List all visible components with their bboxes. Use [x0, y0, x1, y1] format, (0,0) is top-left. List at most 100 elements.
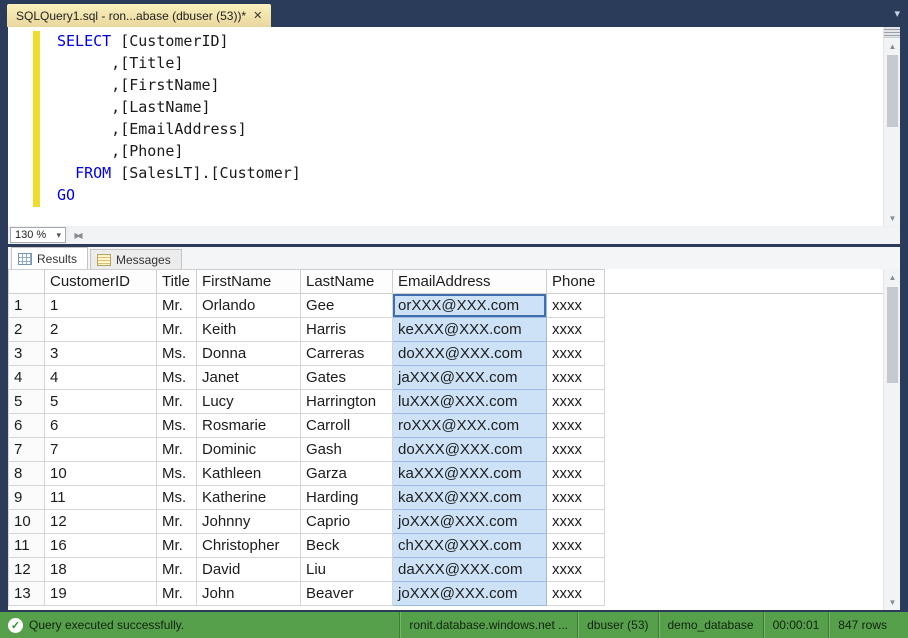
column-header-firstname[interactable]: FirstName — [197, 270, 301, 294]
cell[interactable]: jaXXX@XXX.com — [393, 366, 547, 390]
cell[interactable]: Mr. — [157, 318, 197, 342]
cell[interactable]: Beck — [301, 534, 393, 558]
grid-corner[interactable] — [9, 270, 45, 294]
close-icon[interactable]: ✕ — [253, 9, 262, 22]
cell[interactable]: xxxx — [547, 486, 605, 510]
code-area[interactable]: SELECT [CustomerID] ,[Title] ,[FirstName… — [57, 30, 301, 206]
cell[interactable]: xxxx — [547, 414, 605, 438]
cell[interactable]: xxxx — [547, 342, 605, 366]
cell[interactable]: xxxx — [547, 438, 605, 462]
cell[interactable]: Carreras — [301, 342, 393, 366]
cell[interactable]: Dominic — [197, 438, 301, 462]
cell[interactable]: Ms. — [157, 342, 197, 366]
document-tab[interactable]: SQLQuery1.sql - ron...abase (dbuser (53)… — [7, 4, 271, 27]
scrollbar-thumb[interactable] — [887, 55, 898, 127]
row-header[interactable]: 2 — [9, 318, 45, 342]
scroll-down-icon[interactable]: ▼ — [884, 211, 901, 225]
cell[interactable]: John — [197, 582, 301, 606]
cell[interactable]: Garza — [301, 462, 393, 486]
cell[interactable]: luXXX@XXX.com — [393, 390, 547, 414]
row-header[interactable]: 4 — [9, 366, 45, 390]
tab-results[interactable]: Results — [11, 247, 88, 269]
cell[interactable]: orXXX@XXX.com — [393, 294, 547, 318]
cell[interactable]: joXXX@XXX.com — [393, 510, 547, 534]
cell[interactable]: doXXX@XXX.com — [393, 342, 547, 366]
cell[interactable]: Mr. — [157, 582, 197, 606]
column-header-title[interactable]: Title — [157, 270, 197, 294]
column-header-emailaddress[interactable]: EmailAddress — [393, 270, 547, 294]
column-header-lastname[interactable]: LastName — [301, 270, 393, 294]
row-header[interactable]: 5 — [9, 390, 45, 414]
row-header[interactable]: 8 — [9, 462, 45, 486]
cell[interactable]: Harrington — [301, 390, 393, 414]
cell[interactable]: Harris — [301, 318, 393, 342]
cell[interactable]: 19 — [45, 582, 157, 606]
scroll-right-icon[interactable]: ▶ — [69, 229, 86, 243]
cell[interactable]: David — [197, 558, 301, 582]
scroll-down-icon[interactable]: ▼ — [884, 595, 900, 609]
cell[interactable]: 11 — [45, 486, 157, 510]
cell[interactable]: chXXX@XXX.com — [393, 534, 547, 558]
cell[interactable]: xxxx — [547, 582, 605, 606]
row-header[interactable]: 1 — [9, 294, 45, 318]
cell[interactable]: xxxx — [547, 294, 605, 318]
cell[interactable]: 12 — [45, 510, 157, 534]
cell[interactable]: kaXXX@XXX.com — [393, 486, 547, 510]
row-header[interactable]: 11 — [9, 534, 45, 558]
cell[interactable]: Ms. — [157, 414, 197, 438]
cell[interactable]: Gates — [301, 366, 393, 390]
cell[interactable]: xxxx — [547, 462, 605, 486]
grid-vertical-scrollbar[interactable]: ▲ ▼ — [883, 269, 900, 610]
cell[interactable]: Mr. — [157, 558, 197, 582]
cell[interactable]: 1 — [45, 294, 157, 318]
cell[interactable]: 5 — [45, 390, 157, 414]
cell[interactable]: xxxx — [547, 534, 605, 558]
editor-horizontal-scrollbar[interactable]: ◀ ▶ — [69, 227, 900, 244]
cell[interactable]: Katherine — [197, 486, 301, 510]
editor-vertical-scrollbar[interactable]: ▲ ▼ — [883, 27, 900, 226]
scrollbar-thumb[interactable] — [887, 287, 898, 383]
cell[interactable]: Beaver — [301, 582, 393, 606]
cell[interactable]: Ms. — [157, 366, 197, 390]
cell[interactable]: Orlando — [197, 294, 301, 318]
cell[interactable]: 4 — [45, 366, 157, 390]
row-header[interactable]: 9 — [9, 486, 45, 510]
column-header-phone[interactable]: Phone — [547, 270, 605, 294]
cell[interactable]: xxxx — [547, 510, 605, 534]
cell[interactable]: Kathleen — [197, 462, 301, 486]
cell[interactable]: roXXX@XXX.com — [393, 414, 547, 438]
scroll-up-icon[interactable]: ▲ — [884, 39, 901, 53]
cell[interactable]: xxxx — [547, 390, 605, 414]
chevron-down-icon[interactable]: ▾ — [894, 7, 900, 20]
cell[interactable]: Lucy — [197, 390, 301, 414]
cell[interactable]: Gee — [301, 294, 393, 318]
cell[interactable]: xxxx — [547, 558, 605, 582]
cell[interactable]: Mr. — [157, 294, 197, 318]
cell[interactable]: 2 — [45, 318, 157, 342]
cell[interactable]: Harding — [301, 486, 393, 510]
cell[interactable]: xxxx — [547, 318, 605, 342]
cell[interactable]: Christopher — [197, 534, 301, 558]
scroll-up-icon[interactable]: ▲ — [884, 270, 900, 284]
column-header-customerid[interactable]: CustomerID — [45, 270, 157, 294]
cell[interactable]: Rosmarie — [197, 414, 301, 438]
cell[interactable]: Johnny — [197, 510, 301, 534]
cell[interactable]: 6 — [45, 414, 157, 438]
cell[interactable]: 7 — [45, 438, 157, 462]
cell[interactable]: Keith — [197, 318, 301, 342]
tab-messages[interactable]: Messages — [90, 249, 182, 269]
cell[interactable]: Ms. — [157, 462, 197, 486]
cell[interactable]: joXXX@XXX.com — [393, 582, 547, 606]
cell[interactable]: 10 — [45, 462, 157, 486]
cell[interactable]: doXXX@XXX.com — [393, 438, 547, 462]
sql-editor[interactable]: SELECT [CustomerID] ,[Title] ,[FirstName… — [8, 27, 900, 226]
cell[interactable]: Ms. — [157, 486, 197, 510]
cell[interactable]: kaXXX@XXX.com — [393, 462, 547, 486]
splitter-grip[interactable] — [884, 27, 900, 38]
row-header[interactable]: 6 — [9, 414, 45, 438]
cell[interactable]: Carroll — [301, 414, 393, 438]
row-header[interactable]: 10 — [9, 510, 45, 534]
row-header[interactable]: 12 — [9, 558, 45, 582]
cell[interactable]: 3 — [45, 342, 157, 366]
zoom-dropdown[interactable]: 130 % ▾ — [10, 227, 66, 243]
